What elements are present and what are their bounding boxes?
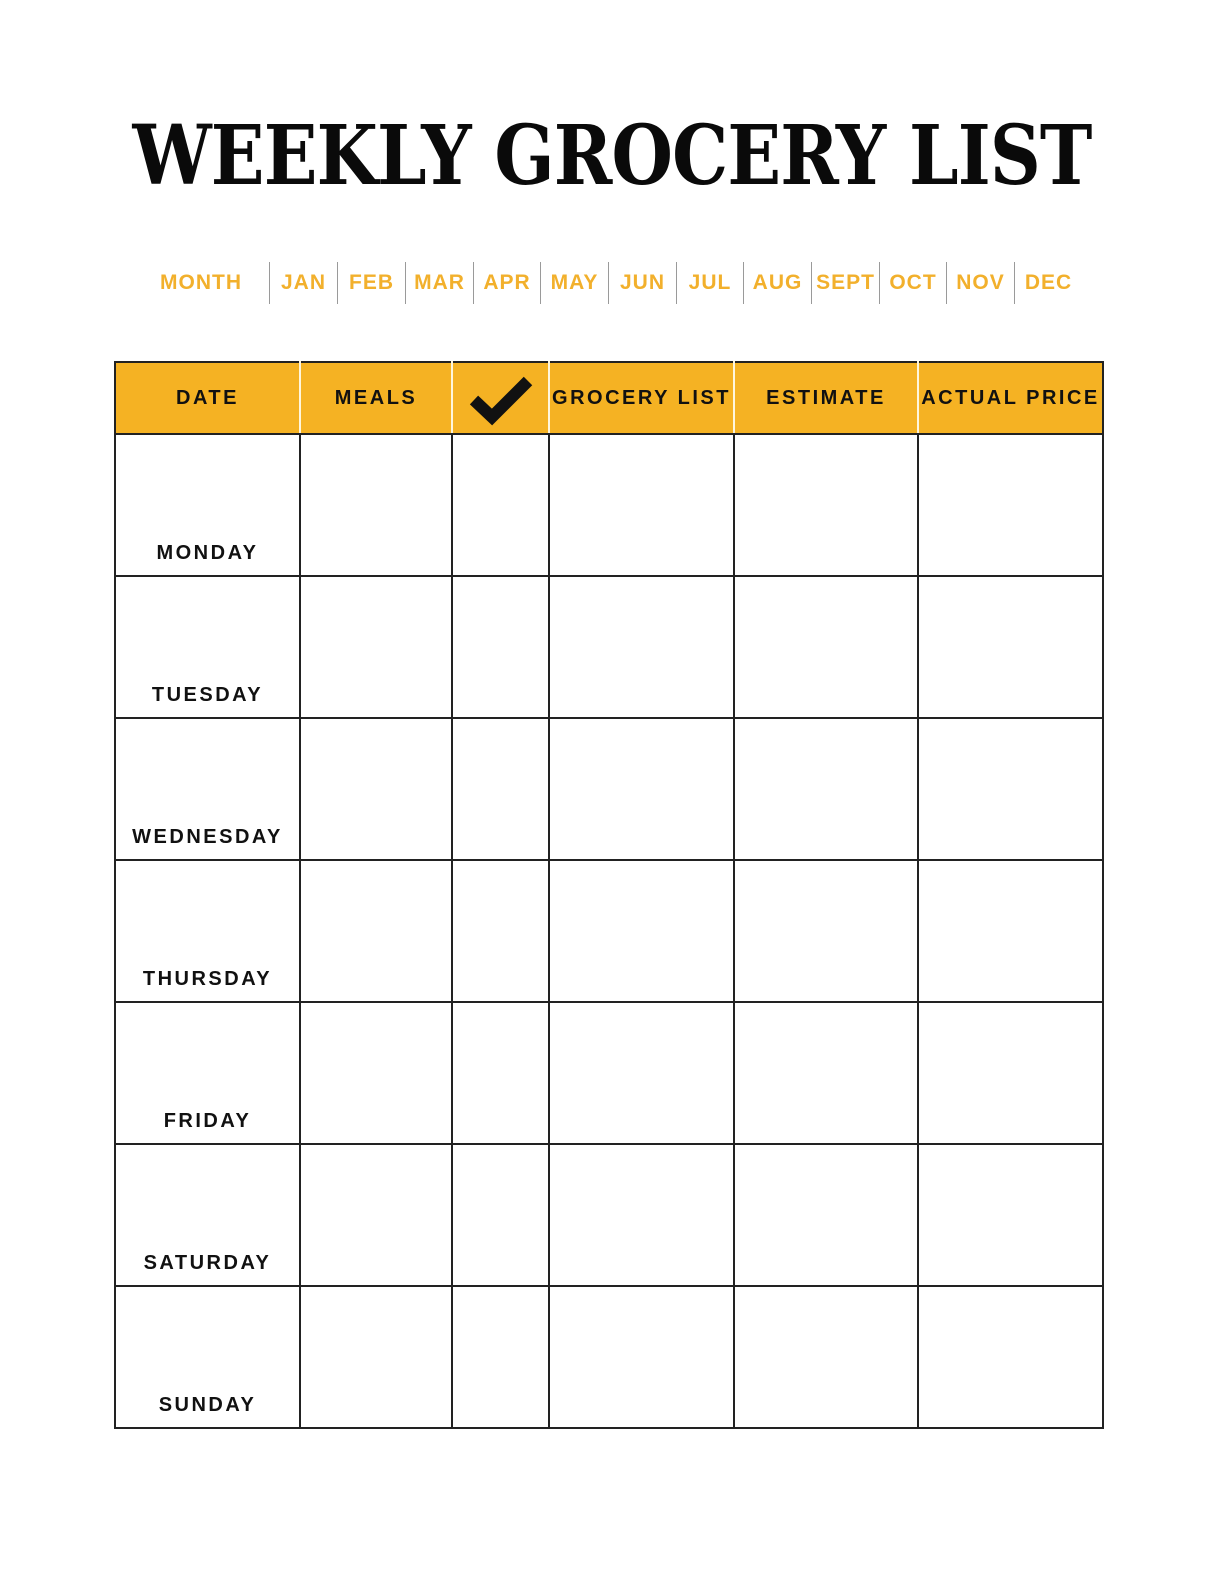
table-header-row: DATE MEALS GROCERY LIST ESTIMATE ACTUAL … <box>115 362 1103 435</box>
cell-meals[interactable] <box>299 575 453 719</box>
cell-actual-price[interactable] <box>917 859 1104 1003</box>
cell-actual-price[interactable] <box>917 575 1104 719</box>
cell-meals[interactable] <box>299 717 453 861</box>
day-label: THURSDAY <box>142 968 273 990</box>
cell-actual-price[interactable] <box>917 1285 1104 1429</box>
day-label: MONDAY <box>156 542 259 564</box>
month-sept[interactable]: SEPT <box>811 262 879 304</box>
cell-meals[interactable] <box>299 433 453 577</box>
checkmark-icon <box>469 376 532 426</box>
day-label: FRIDAY <box>163 1110 252 1132</box>
cell-estimate[interactable] <box>733 575 919 719</box>
month-apr[interactable]: APR <box>473 262 540 304</box>
header-date: DATE <box>115 362 300 435</box>
table-row: SATURDAY <box>114 1143 1104 1287</box>
cell-day: TUESDAY <box>114 575 301 719</box>
cell-grocery-list[interactable] <box>548 433 735 577</box>
cell-estimate[interactable] <box>733 717 919 861</box>
month-jan[interactable]: JAN <box>269 262 337 304</box>
cell-day: WEDNESDAY <box>114 717 301 861</box>
cell-actual-price[interactable] <box>917 717 1104 861</box>
cell-estimate[interactable] <box>733 859 919 1003</box>
cell-checked[interactable] <box>451 1001 550 1145</box>
cell-day: MONDAY <box>114 433 301 577</box>
table-row: SUNDAY <box>114 1285 1104 1429</box>
table-row: FRIDAY <box>114 1001 1104 1145</box>
month-selector: MONTH JAN FEB MAR APR MAY JUN JUL AUG SE… <box>0 262 1224 304</box>
cell-day: FRIDAY <box>114 1001 301 1145</box>
day-label: TUESDAY <box>151 684 264 706</box>
cell-day: SATURDAY <box>114 1143 301 1287</box>
header-grocery-list: GROCERY LIST <box>548 362 734 435</box>
cell-checked[interactable] <box>451 1143 550 1287</box>
cell-meals[interactable] <box>299 1143 453 1287</box>
day-label: SATURDAY <box>143 1252 272 1274</box>
cell-estimate[interactable] <box>733 1001 919 1145</box>
cell-estimate[interactable] <box>733 433 919 577</box>
month-oct[interactable]: OCT <box>879 262 946 304</box>
cell-grocery-list[interactable] <box>548 859 735 1003</box>
cell-checked[interactable] <box>451 433 550 577</box>
cell-meals[interactable] <box>299 1001 453 1145</box>
cell-estimate[interactable] <box>733 1143 919 1287</box>
cell-meals[interactable] <box>299 859 453 1003</box>
page-title: WEEKLY GROCERY LIST <box>132 108 1092 204</box>
month-feb[interactable]: FEB <box>337 262 405 304</box>
cell-day: THURSDAY <box>114 859 301 1003</box>
cell-grocery-list[interactable] <box>548 717 735 861</box>
day-label: WEDNESDAY <box>132 826 283 848</box>
header-meals: MEALS <box>299 362 452 435</box>
cell-grocery-list[interactable] <box>548 1001 735 1145</box>
month-nov[interactable]: NOV <box>946 262 1014 304</box>
header-estimate: ESTIMATE <box>733 362 918 435</box>
cell-checked[interactable] <box>451 575 550 719</box>
cell-checked[interactable] <box>451 717 550 861</box>
table-row: WEDNESDAY <box>114 717 1104 861</box>
cell-grocery-list[interactable] <box>548 1285 735 1429</box>
cell-checked[interactable] <box>451 859 550 1003</box>
day-label: SUNDAY <box>158 1394 257 1416</box>
header-actual-price: ACTUAL PRICE <box>917 362 1103 435</box>
cell-estimate[interactable] <box>733 1285 919 1429</box>
month-aug[interactable]: AUG <box>743 262 811 304</box>
cell-grocery-list[interactable] <box>548 575 735 719</box>
table-row: TUESDAY <box>114 575 1104 719</box>
grocery-table: DATE MEALS GROCERY LIST ESTIMATE ACTUAL … <box>114 361 1104 1429</box>
cell-grocery-list[interactable] <box>548 1143 735 1287</box>
cell-checked[interactable] <box>451 1285 550 1429</box>
cell-actual-price[interactable] <box>917 433 1104 577</box>
table-row: THURSDAY <box>114 859 1104 1003</box>
cell-day: SUNDAY <box>114 1285 301 1429</box>
month-dec[interactable]: DEC <box>1014 262 1082 304</box>
cell-meals[interactable] <box>299 1285 453 1429</box>
month-mar[interactable]: MAR <box>405 262 473 304</box>
month-jul[interactable]: JUL <box>676 262 743 304</box>
header-check <box>451 362 549 435</box>
month-may[interactable]: MAY <box>540 262 608 304</box>
cell-actual-price[interactable] <box>917 1001 1104 1145</box>
month-jun[interactable]: JUN <box>608 262 676 304</box>
month-label: MONTH <box>160 271 242 294</box>
cell-actual-price[interactable] <box>917 1143 1104 1287</box>
table-row: MONDAY <box>114 433 1104 577</box>
